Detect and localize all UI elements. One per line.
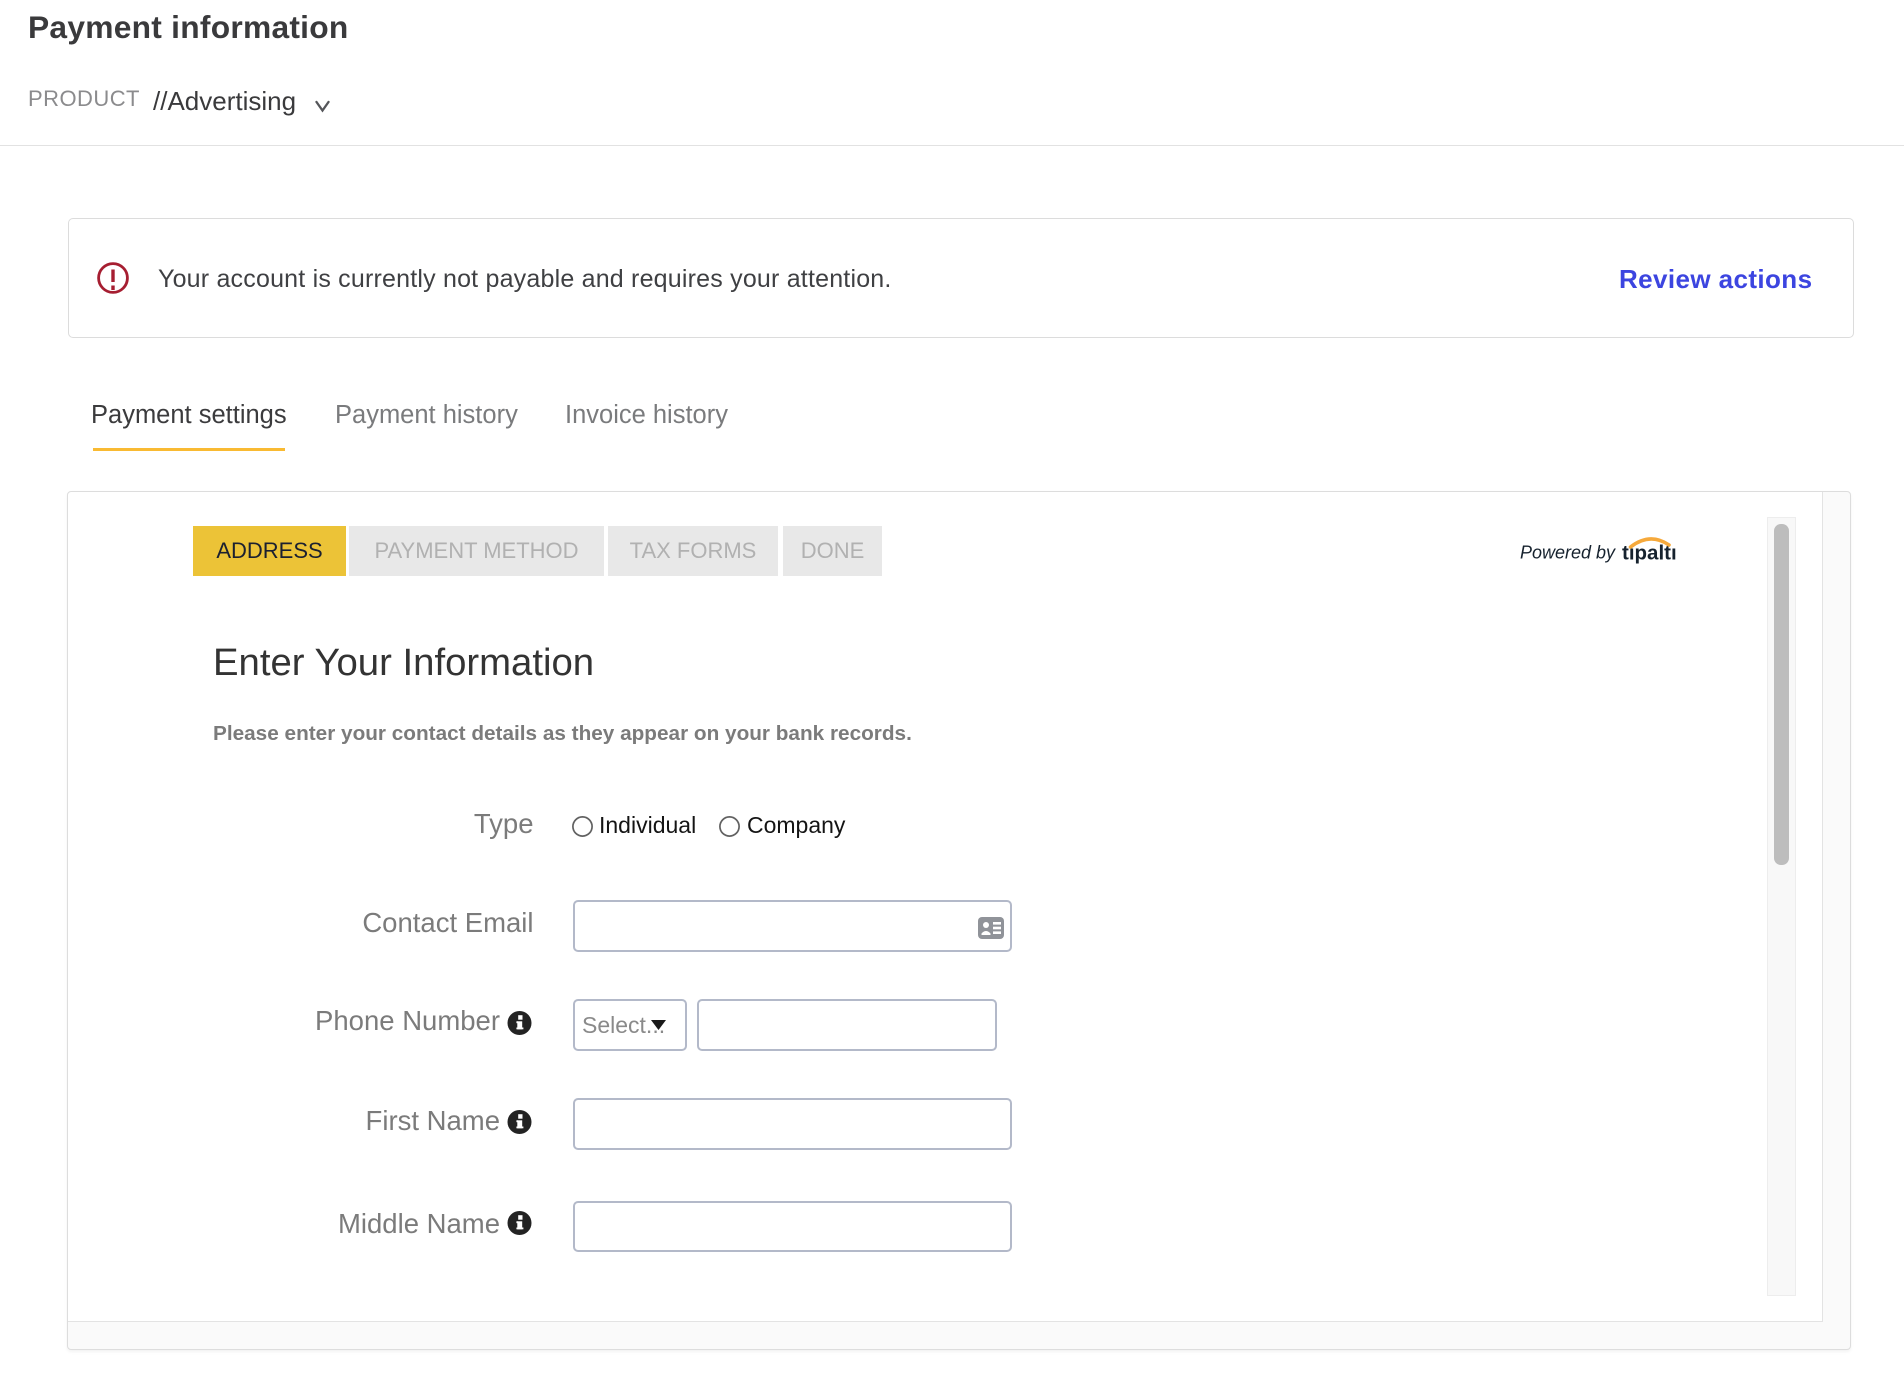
svg-text:Powered by: Powered by xyxy=(1520,543,1616,563)
